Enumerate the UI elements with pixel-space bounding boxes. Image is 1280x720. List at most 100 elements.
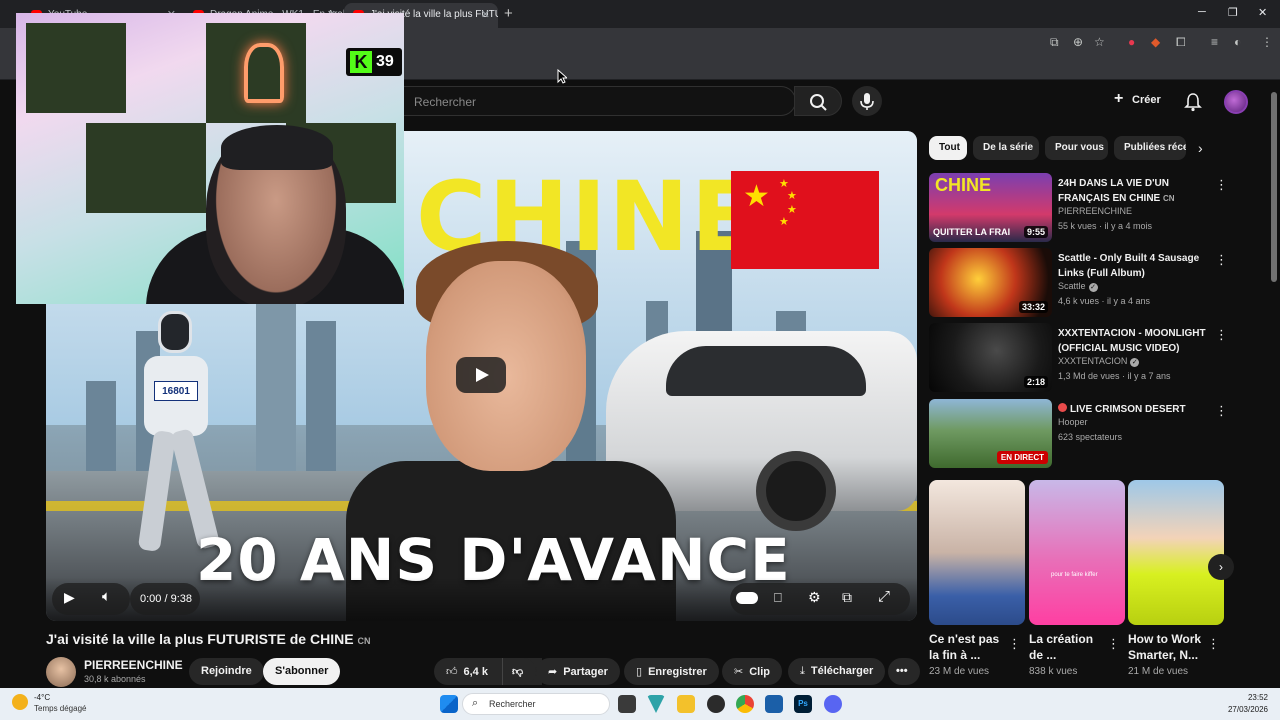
page-scrollbar[interactable] bbox=[1271, 92, 1277, 282]
subtitles-icon[interactable]: ⎕ bbox=[774, 590, 782, 606]
notifications-bell-icon[interactable] bbox=[1184, 92, 1202, 112]
play-overlay-button[interactable] bbox=[456, 357, 506, 393]
photoshop-icon[interactable]: Ps bbox=[794, 695, 812, 713]
recommendation-channel[interactable]: Hooper bbox=[1058, 417, 1088, 427]
car-window bbox=[666, 346, 866, 396]
taskbar-search-input[interactable]: ⌕ Rechercher bbox=[462, 693, 610, 715]
volume-icon[interactable]: 🔈︎ bbox=[102, 588, 111, 605]
bookmark-star-icon[interactable]: ☆ bbox=[1094, 35, 1105, 49]
recommendation-thumbnail[interactable]: CHINE QUITTER LA FRAI 9:55 bbox=[929, 173, 1052, 242]
reading-list-icon[interactable]: ≡ bbox=[1211, 35, 1218, 49]
more-vertical-icon[interactable]: ⋮ bbox=[1215, 403, 1228, 419]
short-thumbnail[interactable]: pour te faire kiffer bbox=[1029, 480, 1125, 625]
short-title[interactable]: How to Work Smarter, N... bbox=[1128, 631, 1208, 663]
recommendation-title[interactable]: Scattle - Only Built 4 Sausage Links (Fu… bbox=[1058, 251, 1208, 281]
fullscreen-icon[interactable]: ⤢ bbox=[878, 588, 890, 605]
media-app-icon[interactable] bbox=[707, 695, 725, 713]
short-title[interactable]: La création de ... bbox=[1029, 631, 1109, 663]
clip-label: Clip bbox=[749, 666, 770, 678]
voice-search-button[interactable] bbox=[852, 86, 882, 116]
join-button[interactable]: Rejoindre bbox=[189, 658, 264, 685]
short-title[interactable]: Ce n'est pas la fin à ... bbox=[929, 631, 1009, 663]
recommendation-item[interactable]: 2:18 XXXTENTACION - MOONLIGHT (OFFICIAL … bbox=[929, 323, 1229, 393]
settings-gear-icon[interactable]: ⚙ bbox=[808, 589, 821, 606]
short-thumbnail[interactable] bbox=[1128, 480, 1224, 625]
extensions-puzzle-icon[interactable]: ⧠ bbox=[1176, 35, 1186, 50]
channel-avatar[interactable] bbox=[46, 657, 76, 687]
account-avatar[interactable] bbox=[1224, 90, 1248, 114]
autoplay-toggle[interactable] bbox=[736, 592, 758, 604]
share-button[interactable]: ➦ Partager bbox=[536, 658, 620, 685]
browser-menu-icon[interactable]: ⋮ bbox=[1261, 35, 1273, 49]
maximize-icon[interactable]: ❐ bbox=[1228, 6, 1238, 19]
more-vertical-icon[interactable]: ⋮ bbox=[1215, 252, 1228, 268]
more-vertical-icon[interactable]: ⋮ bbox=[1107, 636, 1120, 652]
chip-all[interactable]: Tout bbox=[929, 136, 967, 160]
chrome-icon[interactable] bbox=[736, 695, 754, 713]
mouse-cursor-icon bbox=[557, 69, 567, 84]
vs-code-icon[interactable] bbox=[765, 695, 783, 713]
bookmark-icon: ▯ bbox=[636, 666, 643, 678]
more-vertical-icon[interactable]: ⋮ bbox=[1008, 636, 1021, 652]
video-title: J'ai visité la ville la plus FUTURISTE d… bbox=[46, 631, 371, 647]
clock-time[interactable]: 23:52 bbox=[1246, 693, 1268, 702]
streamer-webcam-overlay: K 39 bbox=[16, 13, 404, 304]
recommendation-item[interactable]: EN DIRECT LIVE CRIMSON DESERT Hooper 623… bbox=[929, 399, 1229, 469]
dislike-button[interactable]: 👎︎ bbox=[502, 658, 536, 685]
zoom-icon[interactable]: ⊕ bbox=[1073, 35, 1083, 49]
weather-temperature: -4°C bbox=[34, 693, 51, 702]
chip-recently-uploaded[interactable]: Publiées récemment bbox=[1114, 136, 1186, 160]
create-button[interactable]: + Créer bbox=[1110, 88, 1171, 114]
extension-red-icon[interactable]: ● bbox=[1128, 35, 1135, 49]
short-thumbnail[interactable] bbox=[929, 480, 1025, 625]
play-icon[interactable]: ▶ bbox=[64, 589, 75, 606]
channel-text: XXXTENTACION bbox=[1058, 356, 1128, 366]
recommendation-channel[interactable]: XXXTENTACION ✓ bbox=[1058, 356, 1140, 367]
close-tab-icon[interactable]: ✕ bbox=[481, 8, 490, 21]
microphone-icon bbox=[860, 93, 874, 110]
recommendation-title[interactable]: 24H DANS LA VIE D'UN FRANÇAIS EN CHINE C… bbox=[1058, 176, 1208, 206]
more-vertical-icon[interactable]: ⋮ bbox=[1215, 177, 1228, 193]
miniplayer-icon[interactable]: ⧉ bbox=[842, 589, 852, 606]
more-vertical-icon[interactable]: ⋮ bbox=[1207, 636, 1220, 652]
discord-icon[interactable] bbox=[824, 695, 842, 713]
recommendation-channel[interactable]: PIERREENCHINE bbox=[1058, 206, 1132, 216]
chip-for-you[interactable]: Pour vous bbox=[1045, 136, 1108, 160]
subscribe-button[interactable]: S'abonner bbox=[263, 658, 341, 685]
save-button[interactable]: ▯ Enregistrer bbox=[624, 658, 719, 685]
clock-date[interactable]: 27/03/2026 bbox=[1224, 705, 1268, 714]
shorts-next-chevron-icon[interactable]: › bbox=[1208, 554, 1234, 580]
title-text: LIVE CRIMSON DESERT bbox=[1070, 404, 1186, 415]
chip-label: De la série bbox=[983, 142, 1034, 153]
like-count: 6,4 k bbox=[463, 666, 488, 678]
close-window-icon[interactable]: ✕ bbox=[1258, 6, 1267, 19]
profile-icon[interactable]: ◐ bbox=[1234, 35, 1241, 49]
new-tab-icon[interactable]: + bbox=[504, 5, 513, 22]
plus-icon: + bbox=[1114, 90, 1124, 107]
chevron-right-icon[interactable]: › bbox=[1198, 140, 1203, 156]
robot-bib-number: 16801 bbox=[154, 381, 198, 401]
channel-name[interactable]: PIERREENCHINE bbox=[84, 658, 183, 672]
vpn-app-icon[interactable] bbox=[647, 695, 665, 713]
recommendation-title[interactable]: LIVE CRIMSON DESERT bbox=[1058, 402, 1208, 417]
file-explorer-icon[interactable] bbox=[677, 695, 695, 713]
search-button[interactable] bbox=[794, 86, 842, 116]
windows-start-icon[interactable] bbox=[440, 695, 458, 713]
chip-from-series[interactable]: De la série bbox=[973, 136, 1039, 160]
recommendation-thumbnail[interactable]: EN DIRECT bbox=[929, 399, 1052, 468]
task-view-icon[interactable] bbox=[618, 695, 636, 713]
recommendation-item[interactable]: CHINE QUITTER LA FRAI 9:55 24H DANS LA V… bbox=[929, 173, 1229, 243]
more-actions-button[interactable]: ••• bbox=[888, 658, 920, 685]
recommendation-title[interactable]: XXXTENTACION - MOONLIGHT (OFFICIAL MUSIC… bbox=[1058, 326, 1208, 356]
recommendation-item[interactable]: 33:32 Scattle - Only Built 4 Sausage Lin… bbox=[929, 248, 1229, 318]
more-vertical-icon[interactable]: ⋮ bbox=[1215, 327, 1228, 343]
recommendation-channel[interactable]: Scattle ✓ bbox=[1058, 281, 1098, 292]
recommendation-thumbnail[interactable]: 33:32 bbox=[929, 248, 1052, 317]
minimize-icon[interactable]: ─ bbox=[1198, 6, 1206, 18]
cast-icon[interactable]: ⧉ bbox=[1050, 35, 1059, 50]
extension-leaf-icon[interactable]: ◆ bbox=[1151, 35, 1160, 49]
search-input[interactable]: Rechercher bbox=[404, 86, 796, 116]
clip-button[interactable]: ✂ Clip bbox=[722, 658, 782, 685]
recommendation-thumbnail[interactable]: 2:18 bbox=[929, 323, 1052, 392]
download-button[interactable]: ⤓ Télécharger bbox=[788, 658, 886, 685]
